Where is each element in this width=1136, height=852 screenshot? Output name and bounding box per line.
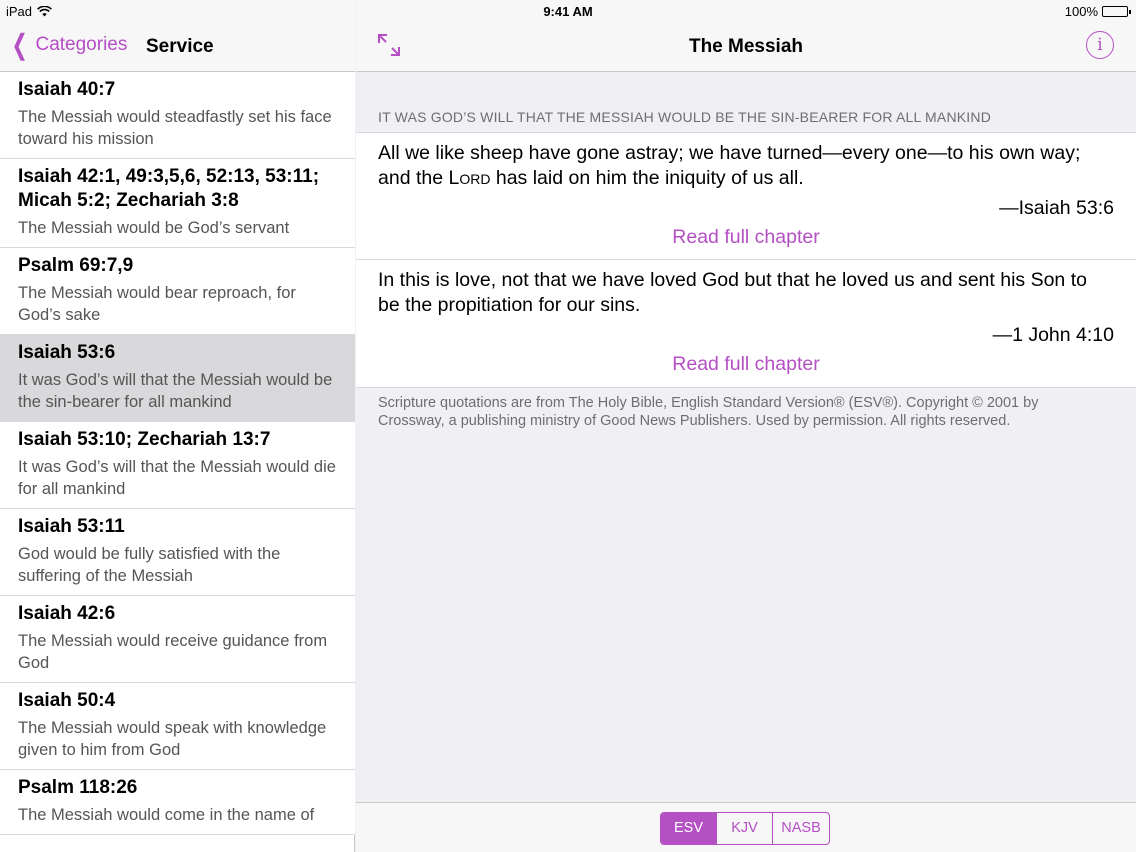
list-item-ref: Isaiah 40:7 xyxy=(18,79,116,100)
translation-esv-button[interactable]: ESV xyxy=(661,813,717,844)
list-item-ref: Isaiah 42:1, 49:3,5,6, 52:13, 53:11; Mic… xyxy=(18,166,320,211)
info-icon[interactable]: i xyxy=(1086,31,1114,59)
verse-text: All we like sheep have gone astray; we h… xyxy=(378,141,1114,191)
verse-reference: —1 John 4:10 xyxy=(992,324,1114,346)
list-item-ref: Isaiah 42:6 xyxy=(18,603,116,624)
list-item-ref: Isaiah 50:4 xyxy=(18,690,116,711)
list-item-desc: The Messiah would steadfastly set his fa… xyxy=(18,108,332,148)
chevron-left-icon: ❮ xyxy=(11,29,28,60)
list-item-desc: It was God’s will that the Messiah would… xyxy=(18,371,333,411)
translation-nasb-button[interactable]: NASB xyxy=(773,813,829,844)
detail-title: The Messiah xyxy=(688,36,804,57)
list-item-ref: Psalm 118:26 xyxy=(18,777,138,798)
list-item-desc: The Messiah would come in the name of xyxy=(18,806,315,824)
verse-reference: —Isaiah 53:6 xyxy=(999,197,1114,219)
translation-segmented-control: ESV KJV NASB xyxy=(660,812,830,845)
status-time: 9:41 AM xyxy=(543,4,593,19)
detail-panel: The Messiah i IT WAS GOD’S WILL THAT THE… xyxy=(356,0,1136,852)
prophecy-list: Isaiah 40:7 The Messiah would steadfastl… xyxy=(0,72,355,852)
verse-list: All we like sheep have gone astray; we h… xyxy=(356,132,1136,388)
verse-text-part: has laid on him the iniquity of us all. xyxy=(490,167,804,189)
status-right: 100% xyxy=(1064,4,1131,19)
back-button[interactable]: ❮ Categories xyxy=(8,29,128,60)
list-item[interactable]: Psalm 69:7,9 The Messiah would bear repr… xyxy=(0,248,355,335)
back-button-label: Categories xyxy=(35,34,128,55)
list-item-desc: The Messiah would speak with knowledge g… xyxy=(18,719,327,759)
list-item-desc: The Messiah would bear reproach, for God… xyxy=(18,284,296,324)
read-full-chapter-link[interactable]: Read full chapter xyxy=(378,353,1114,376)
list-item[interactable]: Isaiah 50:4 The Messiah would speak with… xyxy=(0,683,355,770)
verse-card: In this is love, not that we have loved … xyxy=(356,260,1136,387)
list-item-desc: The Messiah would receive guidance from … xyxy=(18,632,328,672)
list-item-desc: The Messiah would be God’s servant xyxy=(18,219,290,237)
read-full-chapter-link[interactable]: Read full chapter xyxy=(378,226,1114,249)
battery-percent: 100% xyxy=(1064,4,1098,19)
list-item[interactable]: Isaiah 42:1, 49:3,5,6, 52:13, 53:11; Mic… xyxy=(0,159,355,248)
status-bar: iPad 9:41 AM 100% xyxy=(0,0,1136,22)
list-item[interactable]: Isaiah 42:6 The Messiah would receive gu… xyxy=(0,596,355,683)
verse-text-lord: Lord xyxy=(448,167,491,189)
list-item-ref: Isaiah 53:10; Zechariah 13:7 xyxy=(18,429,271,450)
list-item-desc: It was God’s will that the Messiah would… xyxy=(18,458,336,498)
list-item[interactable]: Isaiah 53:10; Zechariah 13:7 It was God’… xyxy=(0,422,355,509)
verse-text: In this is love, not that we have loved … xyxy=(378,269,1087,316)
section-header: IT WAS GOD’S WILL THAT THE MESSIAH WOULD… xyxy=(378,109,992,125)
list-item-ref: Psalm 69:7,9 xyxy=(18,255,134,276)
translation-toolbar: ESV KJV NASB xyxy=(356,802,1136,852)
list-item[interactable]: Isaiah 53:11 God would be fully satisfie… xyxy=(0,509,355,596)
master-title: Service xyxy=(146,36,214,57)
copyright-notice: Scripture quotations are from The Holy B… xyxy=(378,395,1039,429)
list-item-selected[interactable]: Isaiah 53:6 It was God’s will that the M… xyxy=(0,335,355,422)
list-item[interactable]: Psalm 118:26 The Messiah would come in t… xyxy=(0,770,355,835)
battery-icon xyxy=(1102,6,1131,17)
translation-kjv-button[interactable]: KJV xyxy=(717,813,773,844)
list-item-desc: God would be fully satisfied with the su… xyxy=(18,545,281,585)
master-panel: ❮ Categories Service Isaiah 40:7 The Mes… xyxy=(0,0,355,852)
list-item-ref: Isaiah 53:11 xyxy=(18,516,125,537)
list-item-ref: Isaiah 53:6 xyxy=(18,342,116,363)
verse-card: All we like sheep have gone astray; we h… xyxy=(356,133,1136,260)
list-item[interactable]: Isaiah 40:7 The Messiah would steadfastl… xyxy=(0,72,355,159)
